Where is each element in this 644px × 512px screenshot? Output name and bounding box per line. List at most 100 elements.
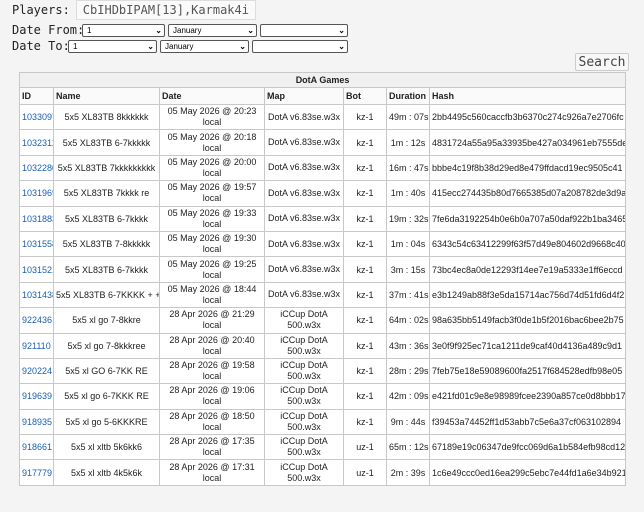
game-id-link[interactable]: 1032312 [22, 138, 53, 148]
date-to-month-select[interactable]: January ⌄ [160, 39, 249, 53]
game-id-link[interactable]: 920224 [22, 366, 52, 376]
game-date-cell: 28 Apr 2026 @ 21:29 local [159, 307, 265, 334]
table-row: 919639 5x5 xl go 6-7KKK RE 28 Apr 2026 @ 1… [19, 383, 627, 410]
game-hash-cell: f39453a74452ff1d53abb7c5e6a37cf063102894 [428, 408, 627, 436]
game-bot-cell: kz-1 [343, 205, 387, 232]
date-from-year-select[interactable]: ⌄ [260, 23, 348, 37]
chevron-down-icon: ⌄ [247, 25, 254, 35]
game-map-cell: DotA v6.83se.w3x [264, 103, 344, 131]
game-id-link[interactable]: 1033097 [22, 112, 53, 122]
game-duration-cell: 2m : 39s [386, 459, 430, 486]
game-bot-cell: kz-1 [343, 154, 387, 182]
game-bot-cell: kz-1 [343, 129, 387, 156]
game-map-cell: iCCup DotA 500.w3x [264, 434, 344, 461]
table-row: 921110 5x5 xl go 7-8kkkree 28 Apr 2026 @ 2… [19, 332, 627, 359]
game-id-cell: 1032280 [19, 154, 54, 182]
game-id-link[interactable]: 1032280 [22, 163, 53, 173]
game-name-cell: 5x5 XL83TB 7kkkkkkkkk [53, 154, 160, 182]
game-id-cell: 921110 [19, 332, 54, 359]
game-id-link[interactable]: 1031883 [22, 214, 53, 224]
game-bot-cell: kz-1 [343, 383, 387, 410]
game-name-cell: 5x5 XL83TB 8kkkkkk [53, 103, 160, 131]
game-id-link[interactable]: 918661 [22, 442, 52, 452]
game-duration-cell: 1m : 40s [386, 180, 430, 207]
game-id-link[interactable]: 922436 [22, 315, 52, 325]
game-name-cell: 5x5 xl GO 6-7KK RE [53, 357, 160, 385]
date-from-day-select[interactable]: 1 ⌄ [82, 23, 165, 37]
date-to-year-select[interactable]: ⌄ [252, 39, 348, 53]
game-hash-cell: 7feb75e18e59089600fa2517f684528edfb98e05 [428, 357, 627, 385]
game-duration-cell: 16m : 47s [386, 154, 430, 182]
game-id-link[interactable]: 1031521 [22, 265, 53, 275]
table-row: 10323125x5 XL83TB 6-7kkkkk05 May 2026 @ … [19, 129, 627, 156]
game-duration-cell: 65m : 12s [386, 434, 430, 461]
date-to-day-select[interactable]: 1 ⌄ [68, 39, 157, 53]
game-name-cell: 5x5 XL83TB 7kkkk re [53, 180, 160, 207]
chevron-down-icon: ⌄ [155, 25, 162, 35]
date-to-day-value: 1 [73, 41, 78, 51]
table-body: 10330975x5 XL83TB 8kkkkkk05 May 2026 @ 2… [19, 103, 627, 486]
chevron-down-icon: ⌄ [338, 41, 345, 51]
column-header-duration: Duration [386, 87, 430, 105]
game-hash-cell: 7fe6da3192254b0e6b0a707a50daf922b1ba3465 [428, 205, 627, 232]
date-from-month-select[interactable]: January ⌄ [168, 23, 257, 37]
game-id-link[interactable]: 917779 [22, 468, 52, 478]
game-map-cell: iCCup DotA 500.w3x [264, 408, 344, 436]
game-id-link[interactable]: 921110 [22, 341, 51, 351]
game-duration-cell: 43m : 36s [386, 332, 430, 359]
game-hash-cell: bbbe4c19f8b38d29ed8e479ffdacd19ec9505c41 [428, 154, 627, 182]
game-map-cell: DotA v6.83se.w3x [264, 281, 344, 309]
players-row: Players: CbIHDbIPAM[13],Karmak4i [12, 0, 256, 20]
search-button[interactable]: Search [575, 53, 629, 71]
table-row: 918661 5x5 xl xltb 5k6kk6 28 Apr 2026 @ 17… [19, 434, 627, 461]
game-name-cell: 5x5 xl go 6-7KKK RE [53, 383, 160, 410]
game-date-cell: 28 Apr 2026 @ 19:06 local [159, 383, 265, 410]
game-date-cell: 28 Apr 2026 @ 19:58 local [159, 357, 265, 385]
games-table: DotA Games ID Name Date Map Bot Duration… [18, 72, 627, 486]
game-name-cell: 5x5 xl xltb 5k6kk6 [53, 434, 160, 461]
game-id-cell: 918661 [19, 434, 54, 461]
game-hash-cell: 73bc4ec8a0de12293f14ee7e19a5333e1ff6eccd [428, 256, 627, 283]
game-duration-cell: 19m : 32s [386, 205, 430, 232]
table-row: 10319695x5 XL83TB 7kkkk re05 May 2026 @ … [19, 180, 627, 207]
game-id-link[interactable]: 919639 [22, 391, 52, 401]
table-caption: DotA Games [18, 72, 627, 88]
game-date-cell: 05 May 2026 @ 19:30 local [159, 230, 265, 258]
game-id-cell: 1032312 [19, 129, 54, 156]
game-id-link[interactable]: 1031969 [22, 188, 53, 198]
game-bot-cell: kz-1 [343, 281, 387, 309]
game-name-cell: 5x5 xl go 7-8kkkree [53, 332, 160, 359]
game-id-link[interactable]: 1031558 [22, 239, 53, 249]
game-date-cell: 05 May 2026 @ 19:25 local [159, 256, 265, 283]
game-id-link[interactable]: 1031438 [22, 290, 53, 300]
column-header-id: ID [19, 87, 54, 105]
game-id-cell: 919639 [19, 383, 54, 410]
game-id-cell: 920224 [19, 357, 54, 385]
chevron-down-icon: ⌄ [338, 25, 345, 35]
game-bot-cell: kz-1 [343, 256, 387, 283]
game-map-cell: DotA v6.83se.w3x [264, 256, 344, 283]
date-from-month-value: January [173, 25, 202, 35]
players-label: Players: [12, 3, 70, 17]
game-id-cell: 922436 [19, 307, 54, 334]
game-id-cell: 918935 [19, 408, 54, 436]
game-date-cell: 28 Apr 2026 @ 17:31 local [159, 459, 265, 486]
table-header-row: ID Name Date Map Bot Duration Hash [19, 87, 627, 105]
game-hash-cell: 3e0f9f925ec71ca1211de9caf40d4136a489c9d1 [428, 332, 627, 359]
table-row: 918935 5x5 xl go 5-6KKKRE 28 Apr 2026 @ 18… [19, 408, 627, 436]
game-bot-cell: kz-1 [343, 408, 387, 436]
game-duration-cell: 1m : 04s [386, 230, 430, 258]
table-row: 10322805x5 XL83TB 7kkkkkkkkk05 May 2026 … [19, 154, 627, 182]
game-hash-cell: 67189e19c06347de9fcc069d6a1b584efb98cd12 [428, 434, 627, 461]
table-row: 10315585x5 XL83TB 7-8kkkkk05 May 2026 @ … [19, 230, 627, 258]
game-bot-cell: kz-1 [343, 307, 387, 334]
game-bot-cell: kz-1 [343, 332, 387, 359]
game-bot-cell: kz-1 [343, 357, 387, 385]
game-map-cell: iCCup DotA 500.w3x [264, 383, 344, 410]
game-hash-cell: 1c6e49ccc0ed16ea299c5ebc7e44fd1a6e34b921 [428, 459, 627, 486]
game-id-link[interactable]: 918935 [22, 417, 52, 427]
table-row: 10315215x5 XL83TB 6-7kkkk05 May 2026 @ 1… [19, 256, 627, 283]
date-from-day-value: 1 [87, 25, 92, 35]
game-map-cell: DotA v6.83se.w3x [264, 230, 344, 258]
players-input[interactable]: CbIHDbIPAM[13],Karmak4i [75, 0, 256, 20]
